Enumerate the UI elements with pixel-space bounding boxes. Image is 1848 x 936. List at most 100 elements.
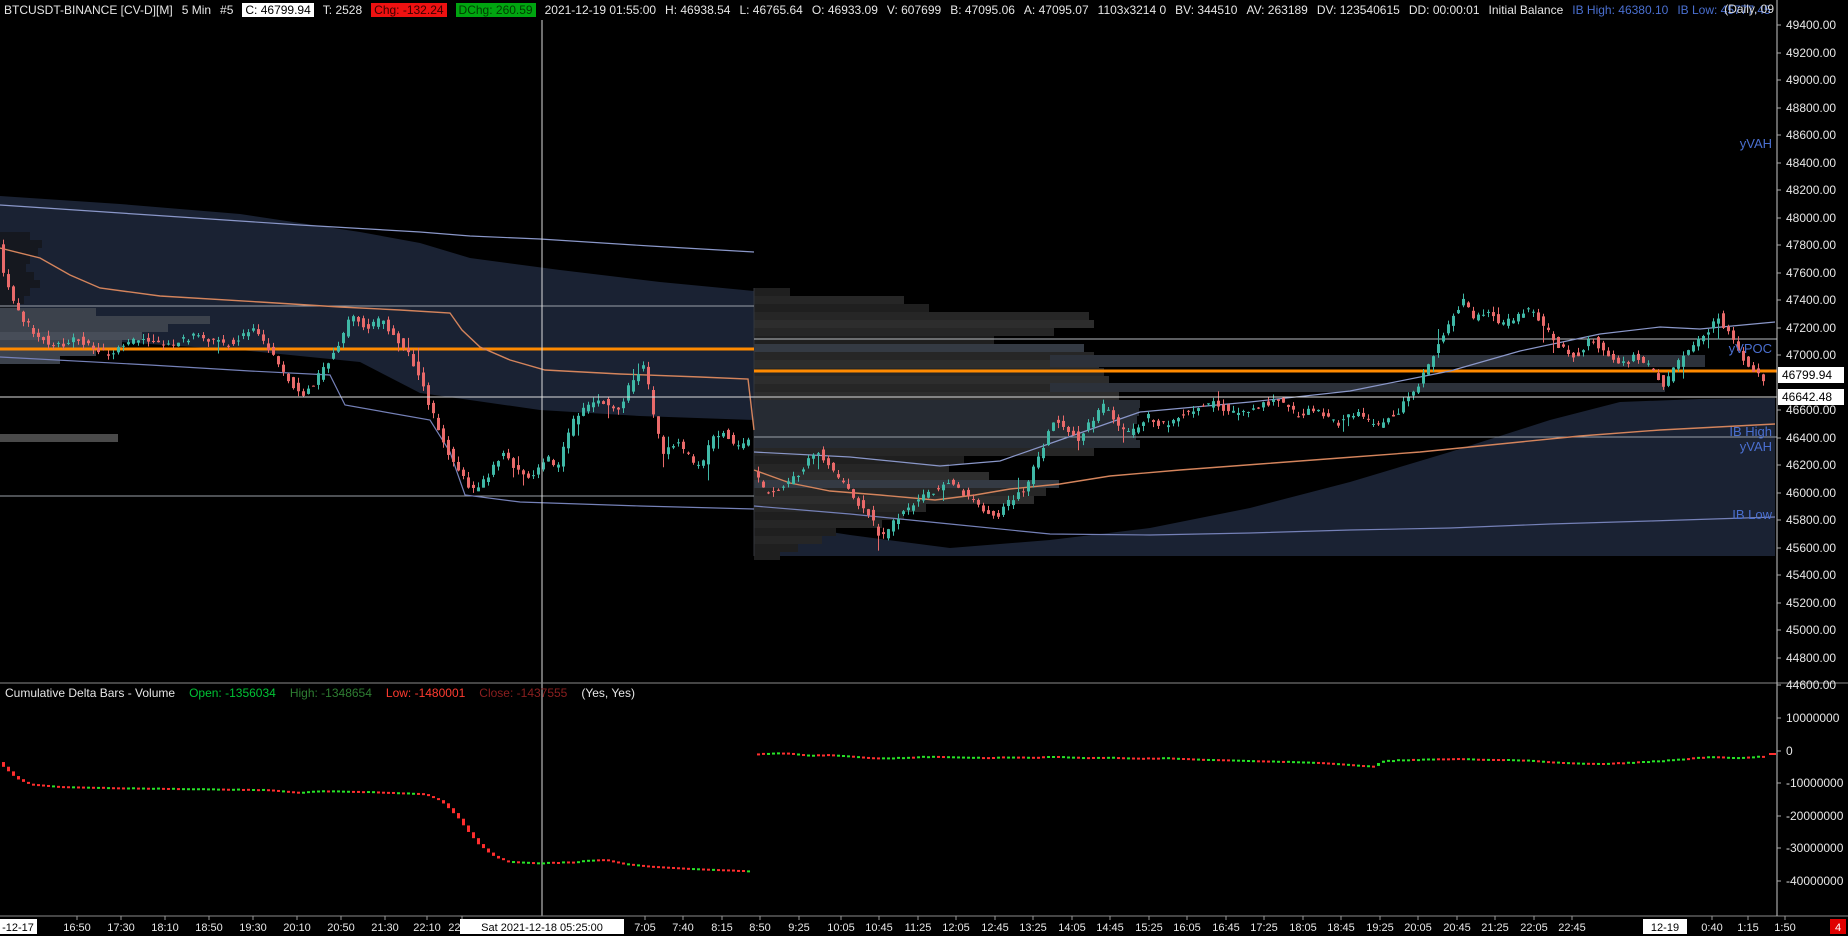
trading-app-window: yVAH yVPOC IB High yVAH IB Low 49400.00 49200.… xyxy=(0,0,1848,936)
overlay-label-yvah: yVAH xyxy=(1740,439,1772,454)
overlay-label-ib-low: IB Low xyxy=(1732,507,1772,522)
time-box-label: 12-19 xyxy=(1651,922,1679,934)
bar-duration-label: DD: 00:00:01 xyxy=(1408,3,1480,17)
time-tick-label: 18:45 xyxy=(1327,922,1355,934)
delta-last-value-tick xyxy=(1769,753,1776,755)
time-tick-label: 8:15 xyxy=(711,922,732,934)
price-tick-label: 46000.00 xyxy=(1786,486,1836,500)
low-label: L: 46765.64 xyxy=(739,3,803,17)
crosshair-price-box-value: 46642.48 xyxy=(1782,390,1832,404)
price-tick-label: 47200.00 xyxy=(1786,321,1836,335)
time-tick-label: 16:05 xyxy=(1173,922,1201,934)
price-tick-label: 49000.00 xyxy=(1786,73,1836,87)
time-tick-label: 20:05 xyxy=(1404,922,1432,934)
time-axis[interactable]: -12-17 16:50 17:30 18:10 18:50 19:30 20:10 20:5… xyxy=(0,916,1846,934)
price-tick-label: 46600.00 xyxy=(1786,403,1836,417)
delta-settings-label: (Yes, Yes) xyxy=(581,686,635,700)
time-tick-label: 22:10 xyxy=(413,922,441,934)
delta-bars-layer[interactable] xyxy=(2,752,1776,873)
ib-high-label: IB High: 46380.10 xyxy=(1572,3,1669,17)
time-tick-label: 1:15 xyxy=(1737,922,1758,934)
initial-balance-label: Initial Balance xyxy=(1488,3,1564,17)
time-tick-label: 13:25 xyxy=(1019,922,1047,934)
price-tick-label: 45800.00 xyxy=(1786,513,1836,527)
delta-close-label: Close: -1437555 xyxy=(479,686,568,700)
price-tick-label: 48600.00 xyxy=(1786,128,1836,142)
time-tick-label: 1:50 xyxy=(1774,922,1795,934)
price-tick-label: 47600.00 xyxy=(1786,266,1836,280)
time-tick-label: 17:30 xyxy=(107,922,135,934)
time-tick-label: 12:45 xyxy=(981,922,1009,934)
bid-volume-label: BV: 344510 xyxy=(1175,3,1238,17)
time-tick-label: 22:45 xyxy=(1558,922,1586,934)
time-tick-label: 0:40 xyxy=(1701,922,1722,934)
time-tick-label: 20:10 xyxy=(283,922,311,934)
time-tick-label: 7:40 xyxy=(672,922,693,934)
price-tick-label: 49200.00 xyxy=(1786,46,1836,60)
daily-volume-label: DV: 123540615 xyxy=(1316,3,1400,17)
chart-canvas[interactable]: yVAHyVPOCIB HighyVAHIB Low49400.0049200.… xyxy=(0,0,1848,936)
delta-tick-label: -40000000 xyxy=(1786,874,1844,888)
time-tick-label: 9:25 xyxy=(788,922,809,934)
time-tick-label: 19:30 xyxy=(239,922,267,934)
delta-tick-label: 0 xyxy=(1786,744,1793,758)
bar-datetime-label: 2021-12-19 01:55:00 xyxy=(544,3,657,17)
time-tick-label: 7:05 xyxy=(634,922,655,934)
price-tick-label: 45400.00 xyxy=(1786,568,1836,582)
open-label: O: 46933.09 xyxy=(811,3,878,17)
volume-label: V: 607699 xyxy=(886,3,942,17)
bar-number-label: #5 xyxy=(220,3,234,17)
price-tick-label: 46200.00 xyxy=(1786,458,1836,472)
time-tick-label: 10:05 xyxy=(827,922,855,934)
time-tick-label: 21:30 xyxy=(371,922,399,934)
delta-panel-title: Cumulative Delta Bars - Volume xyxy=(5,686,176,700)
delta-tick-label: -10000000 xyxy=(1786,776,1844,790)
time-tick-label: 20:45 xyxy=(1443,922,1471,934)
delta-tick-label: -20000000 xyxy=(1786,809,1844,823)
price-tick-label: 48000.00 xyxy=(1786,211,1836,225)
time-tick-label: 8:50 xyxy=(749,922,770,934)
time-tick-label: 21:25 xyxy=(1481,922,1509,934)
daily-change-badge: DChg: 260.59 xyxy=(455,3,536,17)
overlay-label-ib-high: IB High xyxy=(1729,424,1772,439)
delta-tick-label: 10000000 xyxy=(1786,711,1840,725)
price-tick-label: 48400.00 xyxy=(1786,156,1836,170)
high-label: H: 46938.54 xyxy=(665,3,731,17)
alert-badge-count: 4 xyxy=(1835,922,1841,934)
overlay-label-yvpoc: yVPOC xyxy=(1729,341,1772,356)
price-tick-label: 47000.00 xyxy=(1786,348,1836,362)
chart-header-bar: BTCUSDT-BINANCE [CV-D][M] 5 Min #5 C: 46… xyxy=(0,0,1848,20)
time-box-label: Sat 2021-12-18 05:25:00 xyxy=(481,922,603,934)
price-tick-label: 44800.00 xyxy=(1786,651,1836,665)
time-tick-label: 16:45 xyxy=(1212,922,1240,934)
study-partial-label: (Daily, 09 xyxy=(1724,2,1774,16)
price-tick-label: 47800.00 xyxy=(1786,238,1836,252)
delta-axis[interactable]: 10000000 0 -10000000 -20000000 -30000000 -400… xyxy=(1777,711,1844,888)
delta-panel-title-row: Cumulative Delta Bars - Volume Open: -13… xyxy=(5,686,635,700)
time-tick-label: 17:25 xyxy=(1250,922,1278,934)
time-tick-label: 10:45 xyxy=(865,922,893,934)
trades-label: T: 2528 xyxy=(322,3,363,17)
price-axis[interactable]: 49400.00 49200.00 49000.00 48800.00 48600.00… xyxy=(1777,18,1844,692)
price-tick-label: 48200.00 xyxy=(1786,183,1836,197)
overlay-label-yvah: yVAH xyxy=(1740,136,1772,151)
time-tick-label: 19:25 xyxy=(1366,922,1394,934)
bid-label: B: 47095.06 xyxy=(950,3,1015,17)
timeframe-label: 5 Min xyxy=(181,3,212,17)
price-tick-label: 45000.00 xyxy=(1786,623,1836,637)
change-badge: Chg: -132.24 xyxy=(371,3,447,17)
close-price-badge: C: 46799.94 xyxy=(242,3,314,17)
price-tick-label: 47400.00 xyxy=(1786,293,1836,307)
time-tick-label: 14:05 xyxy=(1058,922,1086,934)
last-price-box-value: 46799.94 xyxy=(1782,368,1832,382)
symbol-title: BTCUSDT-BINANCE [CV-D][M] xyxy=(4,3,173,17)
delta-low-label: Low: -1480001 xyxy=(385,686,466,700)
price-tick-label: 48800.00 xyxy=(1786,101,1836,115)
time-tick-label: 20:50 xyxy=(327,922,355,934)
price-tick-label: 45200.00 xyxy=(1786,596,1836,610)
ask-volume-label: AV: 263189 xyxy=(1246,3,1308,17)
bid-ask-size-label: 1103x3214 0 xyxy=(1097,3,1167,17)
time-tick-label: 14:45 xyxy=(1096,922,1124,934)
ask-label: A: 47095.07 xyxy=(1023,3,1089,17)
price-tick-label: 45600.00 xyxy=(1786,541,1836,555)
